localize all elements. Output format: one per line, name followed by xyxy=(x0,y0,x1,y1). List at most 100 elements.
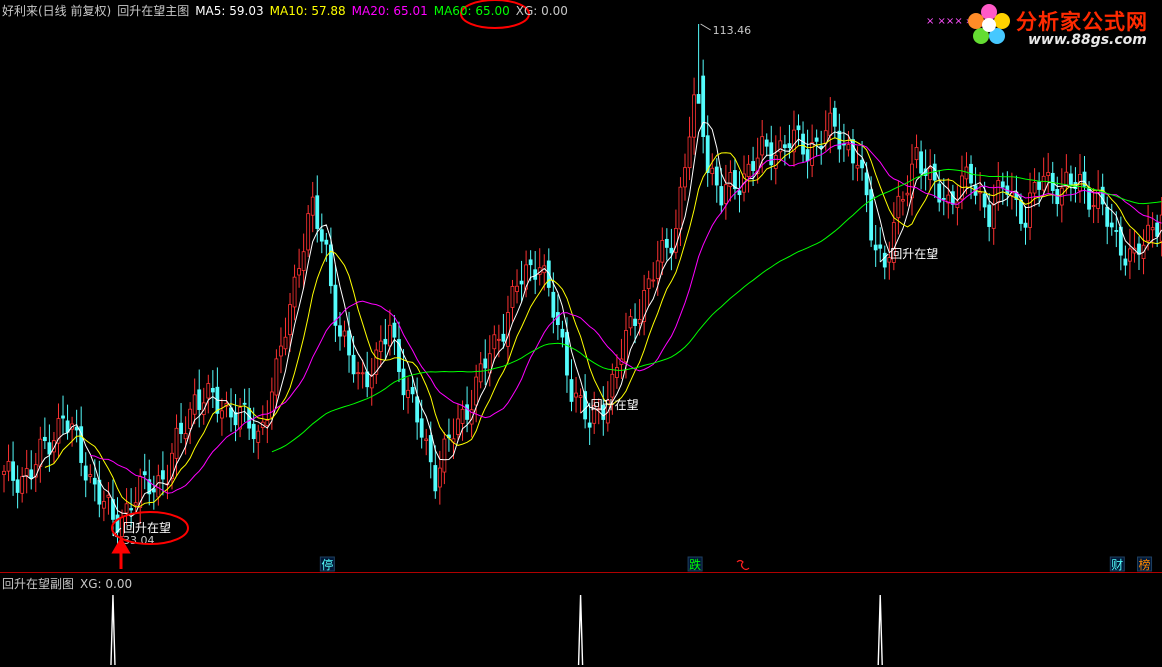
candle-body xyxy=(384,339,387,344)
candle-body xyxy=(143,472,146,475)
candle-body xyxy=(434,465,437,490)
candle-body xyxy=(207,384,210,398)
candle-body xyxy=(257,431,260,442)
candle-body xyxy=(1024,223,1027,227)
candle-body xyxy=(7,461,10,471)
candle-body xyxy=(1106,207,1109,226)
candle-body xyxy=(475,377,478,405)
candle-body xyxy=(1038,182,1041,189)
candle-body xyxy=(879,245,882,248)
candle-body xyxy=(665,239,668,247)
candle-body xyxy=(738,191,741,195)
candle-body xyxy=(565,332,568,375)
candle-body xyxy=(130,508,133,509)
candle-body xyxy=(361,373,364,374)
candle-body xyxy=(920,152,923,173)
candle-body xyxy=(783,145,786,148)
candle-body xyxy=(497,339,500,340)
main-chart-panel[interactable]: 113.4633.04回升在望回升在望回升在望停跌财榜 好利来(日线 前复权)回… xyxy=(0,0,1162,572)
candle-body xyxy=(806,150,809,161)
candle-body xyxy=(93,478,96,484)
candle-body xyxy=(992,204,995,228)
candle-body xyxy=(438,468,441,487)
candle-body xyxy=(198,390,201,410)
candle-body xyxy=(752,161,755,170)
candle-body xyxy=(638,319,641,323)
marker-label: 跌 xyxy=(689,557,701,572)
candle-body xyxy=(325,240,328,244)
candle-body xyxy=(302,252,305,271)
candle-body xyxy=(988,205,991,227)
candle-body xyxy=(611,374,614,397)
candle-body xyxy=(443,439,446,472)
candle-body xyxy=(652,280,655,281)
candle-body xyxy=(702,76,705,137)
candle-body xyxy=(484,359,487,368)
candle-body xyxy=(1029,193,1032,227)
candle-body xyxy=(39,439,42,466)
candle-body xyxy=(134,503,137,506)
candle-body xyxy=(457,419,460,435)
candle-body xyxy=(30,470,33,479)
candle-body xyxy=(656,261,659,279)
main-legend: 好利来(日线 前复权)回升在望主图MA5: 59.03MA10: 57.88MA… xyxy=(2,4,574,18)
candle-body xyxy=(815,138,818,141)
candle-body xyxy=(429,435,432,461)
marker-label: 停 xyxy=(321,557,333,572)
candle-body xyxy=(357,373,360,374)
candle-body xyxy=(311,197,314,215)
candle-body xyxy=(556,312,559,324)
candle-body xyxy=(338,326,341,336)
candle-body xyxy=(802,134,805,154)
candle-body xyxy=(102,501,105,508)
candle-body xyxy=(552,292,555,317)
candle-body xyxy=(352,355,355,374)
candle-body xyxy=(402,369,405,395)
candlestick-chart[interactable]: 113.4633.04回升在望回升在望回升在望停跌财榜 xyxy=(0,0,1162,572)
candle-body xyxy=(66,421,69,432)
marker-label: 财 xyxy=(1111,558,1123,572)
candle-body xyxy=(411,387,414,393)
candle-body xyxy=(861,160,864,168)
candle-body xyxy=(570,380,573,402)
candle-body xyxy=(21,477,24,494)
signal-label: 回升在望 xyxy=(123,521,171,535)
candle-body xyxy=(774,156,777,169)
candle-body xyxy=(679,187,682,229)
candle-body xyxy=(788,144,791,148)
candle-body xyxy=(107,495,110,497)
signal-spike xyxy=(878,595,882,665)
candle-body xyxy=(316,196,319,229)
candle-body xyxy=(3,471,6,474)
candle-body xyxy=(1110,223,1113,227)
candle-body xyxy=(706,136,709,173)
candle-body xyxy=(647,279,650,289)
signal-chart[interactable] xyxy=(0,573,1162,667)
candle-body xyxy=(379,341,382,351)
candle-body xyxy=(48,443,51,454)
candle-body xyxy=(575,393,578,397)
sub-legend: 回升在望副图XG: 0.00 xyxy=(2,575,138,592)
candle-body xyxy=(348,331,351,355)
candle-body xyxy=(529,260,532,265)
watermark-logo: 分析家公式网 www.88gs.com xyxy=(964,2,1160,52)
candle-body xyxy=(506,313,509,347)
candle-body xyxy=(293,277,296,307)
candle-body xyxy=(266,420,269,425)
candle-body xyxy=(856,165,859,168)
candle-body xyxy=(579,396,582,398)
candle-body xyxy=(16,480,19,493)
candle-body xyxy=(684,168,687,187)
candle-body xyxy=(1115,230,1118,231)
candle-body xyxy=(615,367,618,377)
ma5-line xyxy=(22,122,1162,516)
candle-body xyxy=(243,403,246,404)
candle-body xyxy=(629,317,632,328)
candle-body xyxy=(175,428,178,458)
signal-label: 回升在望 xyxy=(591,398,639,412)
stock-title: 好利来(日线 前复权) xyxy=(2,4,111,18)
sub-chart-panel[interactable]: 回升在望副图XG: 0.00 xyxy=(0,572,1162,667)
candle-body xyxy=(211,388,214,392)
candle-body xyxy=(307,214,310,250)
candle-body xyxy=(12,462,15,481)
